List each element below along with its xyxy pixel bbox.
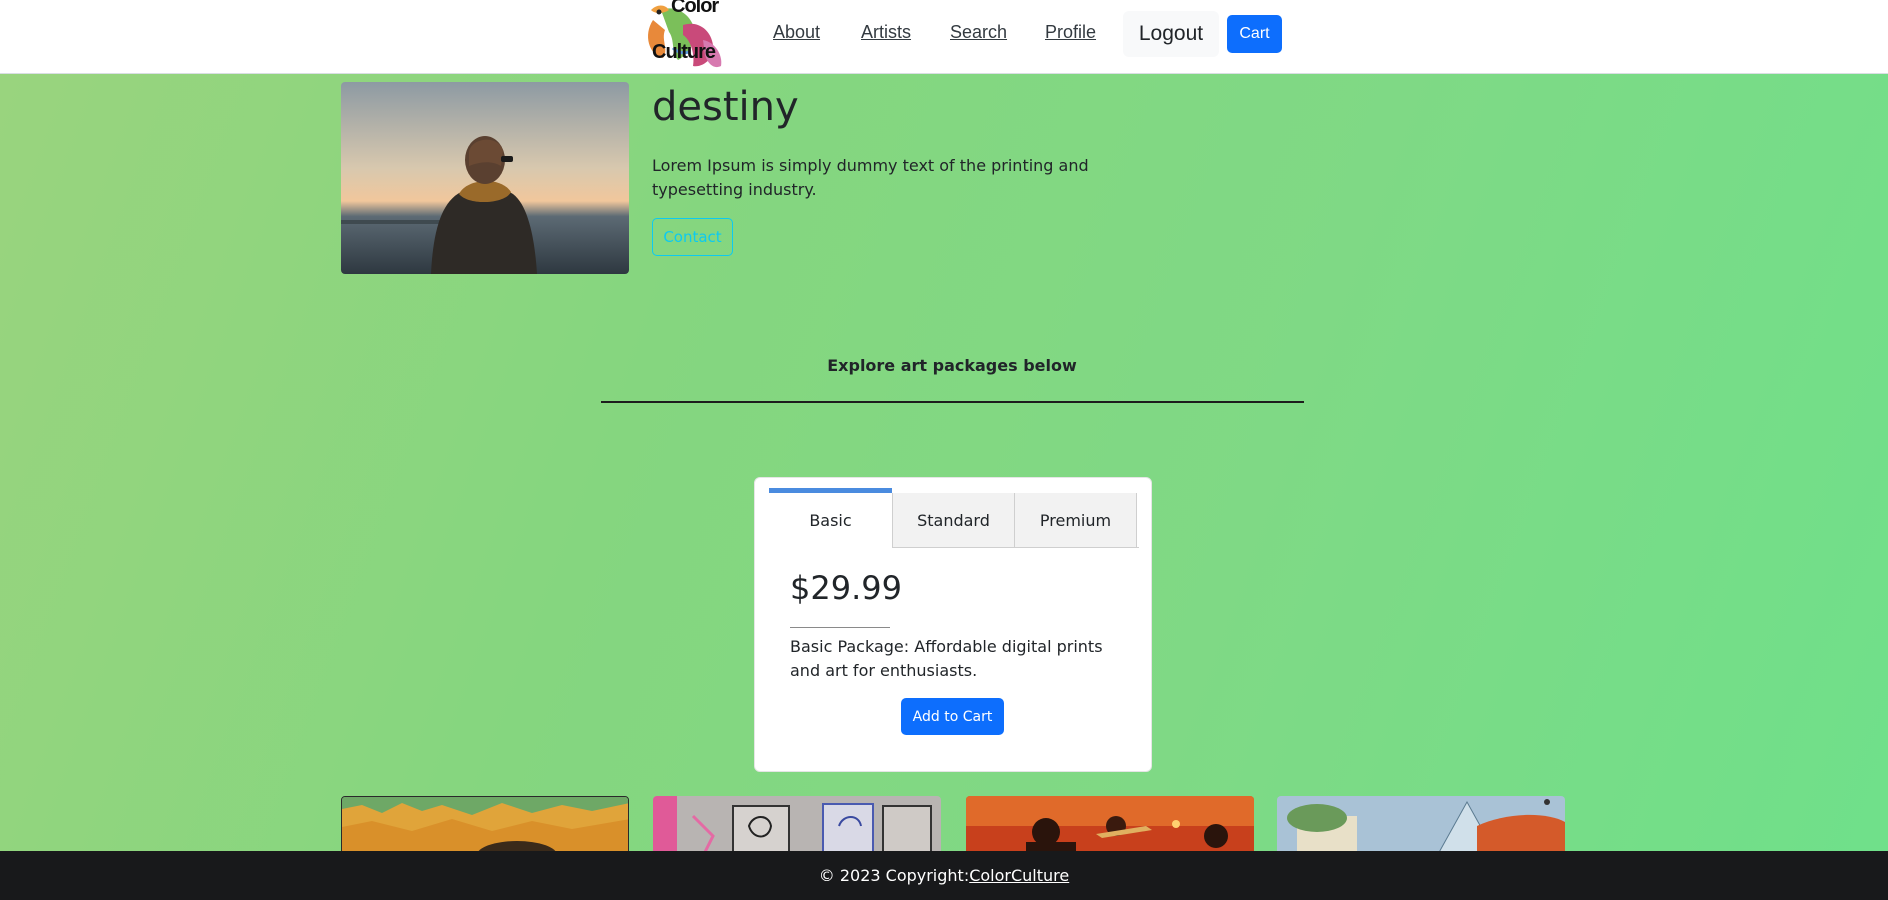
artist-bio: Lorem Ipsum is simply dummy text of the … <box>652 156 1089 199</box>
page-footer: © 2023 Copyright: ColorCulture <box>0 851 1888 900</box>
tabs-baseline <box>892 547 1139 548</box>
artwork-thumbnail-3[interactable] <box>966 796 1254 856</box>
nav-profile-link[interactable]: Profile <box>1045 22 1096 43</box>
artist-name: destiny <box>652 84 799 130</box>
package-description: Basic Package: Affordable digital prints… <box>790 637 1103 680</box>
tab-premium[interactable]: Premium <box>1014 493 1137 548</box>
section-divider <box>601 401 1304 403</box>
contact-button[interactable]: Contact <box>652 218 733 256</box>
footer-colorculture-link[interactable]: ColorCulture <box>969 866 1069 885</box>
nav-artists-link[interactable]: Artists <box>861 22 911 43</box>
logo-text-color: Color <box>671 0 719 17</box>
tab-basic[interactable]: Basic <box>769 488 892 548</box>
pricing-card: Basic Standard Premium $29.99 Basic Pack… <box>754 477 1152 772</box>
logout-button[interactable]: Logout <box>1123 11 1219 57</box>
nav-search-link[interactable]: Search <box>950 22 1007 43</box>
top-navbar: Color Culture About Artists Search Profi… <box>0 0 1888 74</box>
artwork-thumbnail-4[interactable] <box>1277 796 1565 856</box>
artwork-thumbnail-2[interactable] <box>653 796 941 856</box>
add-to-cart-button[interactable]: Add to Cart <box>901 698 1004 735</box>
package-price: $29.99 <box>790 569 902 607</box>
artist-profile-photo <box>341 82 629 274</box>
cart-button[interactable]: Cart <box>1227 15 1282 53</box>
artwork-thumbnail-1[interactable] <box>341 796 629 856</box>
tab-standard[interactable]: Standard <box>892 493 1015 548</box>
color-culture-logo[interactable]: Color Culture <box>643 0 727 72</box>
copyright-text: © 2023 Copyright: <box>818 866 970 885</box>
nav-about-link[interactable]: About <box>773 22 820 43</box>
explore-packages-heading: Explore art packages below <box>827 356 1077 375</box>
logo-text-culture: Culture <box>652 41 716 63</box>
price-divider <box>790 627 890 628</box>
